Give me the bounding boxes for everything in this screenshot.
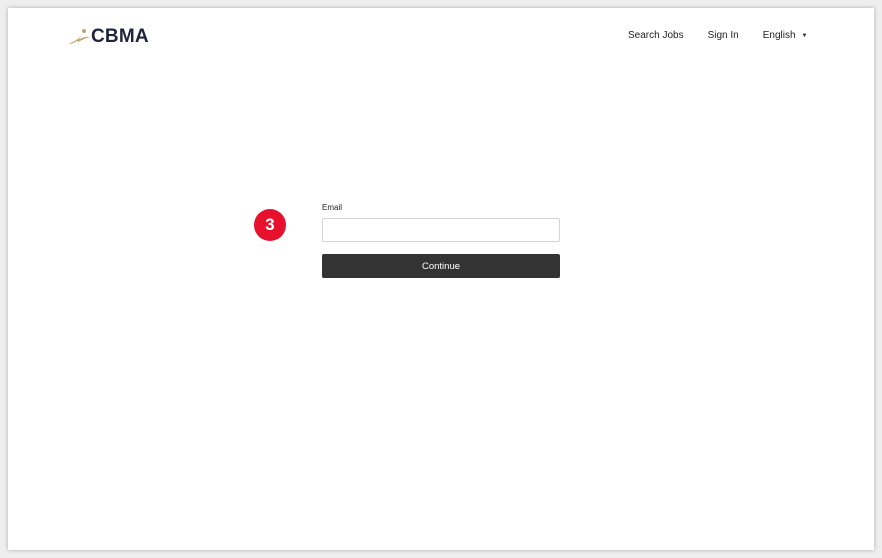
email-label: Email: [322, 203, 343, 212]
top-nav: Search Jobs Sign In English ▼: [628, 30, 808, 41]
step-number-badge: 3: [254, 209, 286, 241]
nav-sign-in-link[interactable]: Sign In: [708, 30, 739, 41]
page-frame: CBMA Search Jobs Sign In English ▼ 3 Ema…: [8, 8, 874, 550]
continue-button[interactable]: Continue: [322, 254, 560, 278]
cbma-swoosh-logo-icon: [70, 29, 90, 44]
nav-search-jobs-link[interactable]: Search Jobs: [628, 30, 684, 41]
brand-name: CBMA: [91, 26, 149, 47]
email-field[interactable]: [322, 218, 560, 242]
brand-logo[interactable]: CBMA: [69, 25, 149, 49]
language-selector[interactable]: English ▼: [763, 30, 808, 41]
caret-down-icon: ▼: [801, 32, 808, 39]
language-label: English: [762, 30, 796, 41]
